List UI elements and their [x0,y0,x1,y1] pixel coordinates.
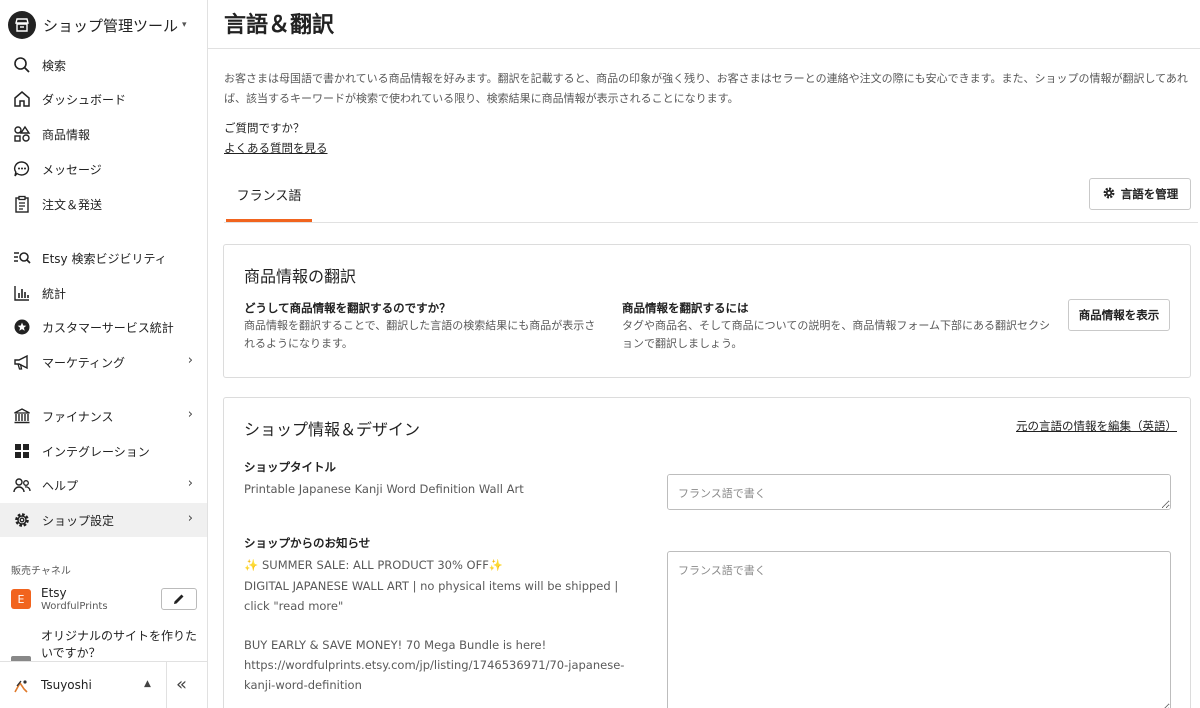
sidebar-item-label: マーケティング [42,355,126,370]
how-translate-heading: 商品情報を翻訳するには [622,301,749,315]
intro-text: お客さまは母国語で書かれている商品情報を好みます。翻訳を記載すると、商品の印象が… [224,72,1188,105]
user-name[interactable]: Tsuyoshi [41,678,92,692]
shop-title-label: ショップタイトル [244,460,336,474]
grid-icon [12,441,32,461]
shop-title-original: Printable Japanese Kanji Word Definition… [244,482,524,496]
sidebar: ショップ管理ツール ▾ 検索 ダッシュボード 商品情報 メッセージ 注文＆発送 … [0,0,208,708]
faq-question: ご質問ですか？ [224,121,305,135]
megaphone-icon [12,352,32,372]
sidebar-item-help[interactable]: ヘルプ › [0,468,207,502]
faq-link[interactable]: よくある質問を見る [224,140,328,156]
announcement-line: DIGITAL JAPANESE WALL ART | no physical … [244,579,619,613]
sidebar-item-label: ヘルプ [42,478,79,493]
sidebar-item-label: 統計 [42,286,67,301]
chevron-up-icon[interactable]: ▲ [144,679,151,689]
sidebar-item-messages[interactable]: メッセージ [0,152,207,186]
sidebar-item-label: インテグレーション [42,444,150,459]
bar-chart-icon [12,283,32,303]
chevron-right-icon: › [187,511,193,526]
sidebar-item-orders[interactable]: 注文＆発送 [0,187,207,221]
clipboard-icon [12,194,32,214]
sidebar-item-label: 検索 [42,58,67,73]
edit-original-language-link[interactable]: 元の言語の情報を編集（英語） [1016,418,1177,434]
show-listings-button[interactable]: 商品情報を表示 [1068,299,1170,331]
user-bar: Tsuyoshi ▲ « [0,661,207,708]
edit-channel-button[interactable] [161,588,197,610]
sales-channel-etsy[interactable]: E Etsy WordfulPrints [11,584,201,616]
shop-title-french-input[interactable] [667,474,1171,510]
manage-languages-button[interactable]: 言語を管理 [1089,178,1191,210]
sidebar-item-label: Etsy 検索ビジビリティ [42,251,167,266]
main-content: 言語＆翻訳 お客さまは母国語で書かれている商品情報を好みます。翻訳を記載すると、… [208,0,1200,708]
card-title: ショップ情報＆デザイン [244,420,421,439]
sidebar-item-dashboard[interactable]: ダッシュボード [0,82,207,116]
chevron-right-icon: › [187,353,193,368]
gear-icon [1102,186,1116,203]
sidebar-item-label: ファイナンス [42,409,114,424]
how-translate-text: タグや商品名、そして商品についての説明を、商品情報フォーム下部にある翻訳セクショ… [622,319,1051,350]
announcement-line: ✨ SUMMER SALE: ALL PRODUCT 30% OFF✨ [244,558,504,572]
chevron-right-icon: › [187,407,193,422]
shapes-icon [12,124,32,144]
announcement-french-input[interactable] [667,551,1171,708]
pencil-icon [173,590,185,609]
sidebar-item-customer-service-stats[interactable]: カスタマーサービス統計 [0,310,207,344]
sidebar-item-finance[interactable]: ファイナンス › [0,399,207,433]
sidebar-item-label: 注文＆発送 [42,197,103,212]
why-translate-heading: どうして商品情報を翻訳するのですか？ [244,301,451,315]
star-badge-icon [12,317,32,337]
divider [166,662,167,708]
announcement-label: ショップからのお知らせ [244,536,371,550]
sidebar-item-label: ショップ設定 [42,513,115,528]
sidebar-item-listings[interactable]: 商品情報 [0,117,207,151]
divider [224,222,1198,223]
sidebar-item-stats[interactable]: 統計 [0,276,207,310]
sidebar-item-shop-settings[interactable]: ショップ設定 › [0,503,207,537]
card-title: 商品情報の翻訳 [244,267,357,286]
sidebar-item-label: 商品情報 [42,127,91,142]
etsy-badge-icon: E [11,589,31,609]
home-icon [12,89,32,109]
channel-name: Etsy [41,586,67,600]
sidebar-item-integrations[interactable]: インテグレーション [0,434,207,468]
app-title: ショップ管理ツール [43,16,179,35]
bank-icon [12,406,32,426]
why-translate-text: 商品情報を翻訳することで、翻訳した言語の検索結果にも商品が表示されるようになりま… [244,319,596,350]
announcement-line: BUY EARLY & SAVE MONEY! 70 Mega Bundle i… [244,638,547,652]
search-icon [12,55,32,75]
shop-manager-menu[interactable]: ショップ管理ツール ▾ [8,10,187,40]
sidebar-item-search-visibility[interactable]: Etsy 検索ビジビリティ [0,241,207,275]
divider [208,48,1200,49]
avatar[interactable] [12,677,30,695]
people-icon [12,475,32,495]
sidebar-item-marketing[interactable]: マーケティング › [0,345,207,379]
shop-info-card: ショップ情報＆デザイン 元の言語の情報を編集（英語） ショップタイトル Prin… [223,397,1191,708]
sales-channel-label: 販売チャネル [11,566,71,577]
sidebar-item-label: カスタマーサービス統計 [42,320,174,335]
chevron-down-icon: ▾ [182,20,187,30]
shop-logo-icon [8,11,36,39]
search-list-icon [12,248,32,268]
tab-french[interactable]: フランス語 [226,178,312,222]
sidebar-item-label: ダッシュボード [42,92,127,107]
promo-text[interactable]: オリジナルのサイトを作りたいですか？ [41,628,201,662]
collapse-sidebar-icon[interactable]: « [176,674,187,695]
sidebar-item-label: メッセージ [42,162,102,177]
listing-translation-card: 商品情報の翻訳 どうして商品情報を翻訳するのですか？ 商品情報を翻訳することで、… [223,244,1191,378]
channel-shop-name: WordfulPrints [41,601,108,612]
page-title: 言語＆翻訳 [224,13,335,38]
chevron-right-icon: › [187,476,193,491]
announcement-line: https://wordfulprints.etsy.com/jp/listin… [244,658,625,692]
sidebar-item-search[interactable]: 検索 [0,48,207,82]
manage-languages-label: 言語を管理 [1120,187,1179,201]
gear-icon [12,510,32,530]
chat-icon [12,159,32,179]
